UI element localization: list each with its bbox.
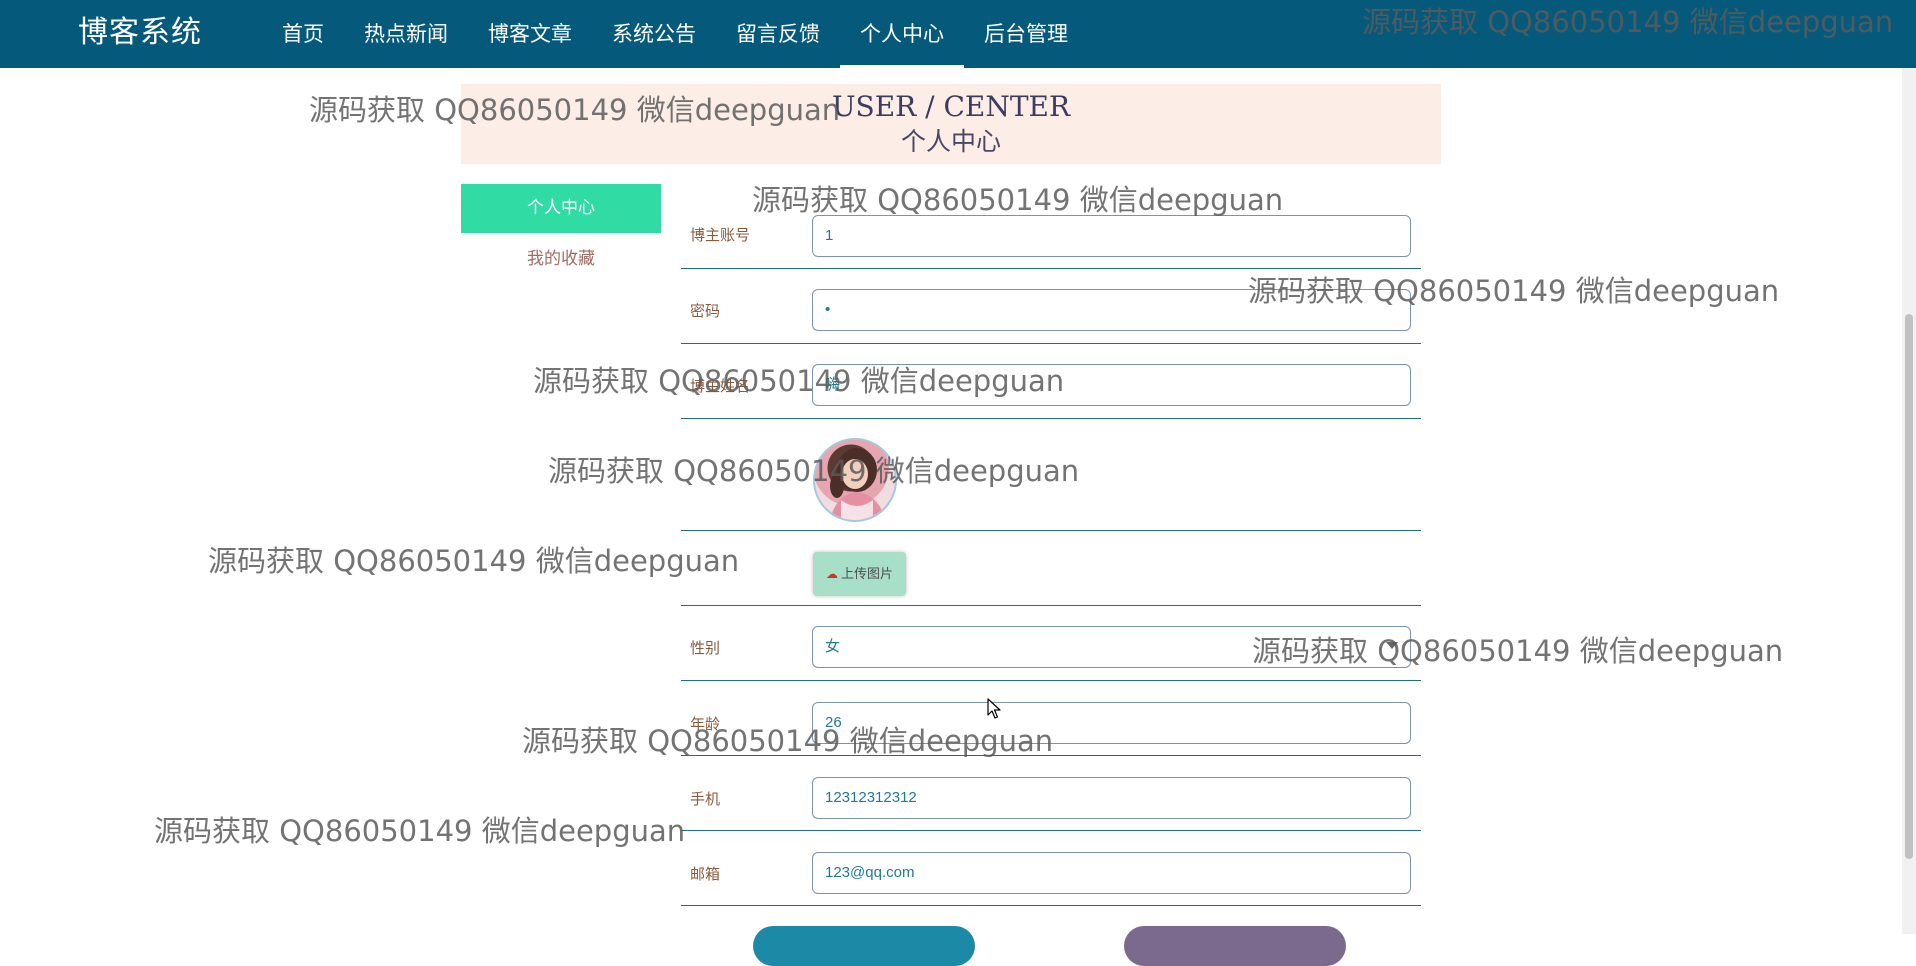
nav-item-feedback[interactable]: 留言反馈	[716, 0, 840, 68]
upload-image-button[interactable]: ☁ 上传图片	[813, 552, 906, 596]
password-input[interactable]: •	[812, 289, 1411, 331]
form-row-gender: 性别 女	[681, 606, 1421, 681]
form-row-account: 博主账号 1	[681, 210, 1421, 269]
nav-item-user-center[interactable]: 个人中心	[840, 0, 964, 68]
form-row-avatar	[681, 419, 1421, 531]
sidebar-item-user-center[interactable]: 个人中心	[461, 184, 661, 233]
sidebar-item-favorites[interactable]: 我的收藏	[461, 244, 661, 274]
password-label: 密码	[690, 302, 721, 320]
save-button[interactable]	[753, 926, 975, 966]
form-row-age: 年龄 26	[681, 681, 1421, 756]
page-header-banner: USER / CENTER 个人中心	[461, 84, 1441, 164]
mouse-cursor-icon	[987, 698, 1001, 719]
age-label: 年龄	[690, 715, 721, 733]
age-input[interactable]: 26	[812, 702, 1411, 744]
logout-button[interactable]	[1124, 926, 1346, 966]
nav-item-announcements[interactable]: 系统公告	[592, 0, 716, 68]
account-input[interactable]: 1	[812, 215, 1411, 257]
form-row-email: 邮箱 123@qq.com	[681, 831, 1421, 906]
nav-item-home[interactable]: 首页	[262, 0, 344, 68]
form-row-upload	[681, 531, 1421, 606]
form-row-password: 密码 •	[681, 269, 1421, 344]
upload-button-label: 上传图片	[840, 567, 893, 582]
nav-item-admin[interactable]: 后台管理	[964, 0, 1088, 68]
page-title-cn: 个人中心	[900, 127, 1001, 156]
nav-item-blog-articles[interactable]: 博客文章	[468, 0, 592, 68]
brand-logo[interactable]: 博客系统	[78, 14, 202, 52]
page-scrollbar[interactable]	[1902, 68, 1916, 934]
phone-input[interactable]: 12312312312	[812, 777, 1411, 819]
nickname-label: 博主姓名	[690, 377, 751, 395]
phone-label: 手机	[690, 790, 721, 808]
page-title-en: USER / CENTER	[831, 90, 1071, 123]
cloud-upload-icon: ☁	[825, 567, 838, 581]
watermark-text: 源码获取 QQ86050149 微信deepguan	[208, 544, 740, 578]
form-row-nickname: 博主姓名 嗨	[681, 344, 1421, 419]
chevron-down-icon	[1386, 642, 1398, 649]
account-label: 博主账号	[690, 226, 751, 244]
nickname-input[interactable]: 嗨	[812, 364, 1411, 406]
gender-value: 女	[825, 638, 841, 655]
gender-label: 性别	[690, 639, 721, 657]
nav-menu: 首页 热点新闻 博客文章 系统公告 留言反馈 个人中心 后台管理	[262, 0, 1088, 68]
scrollbar-thumb[interactable]	[1905, 314, 1913, 859]
top-nav: 博客系统 首页 热点新闻 博客文章 系统公告 留言反馈 个人中心 后台管理	[0, 0, 1916, 68]
avatar-image	[813, 438, 897, 522]
email-label: 邮箱	[690, 865, 721, 883]
form-row-phone: 手机 12312312312	[681, 756, 1421, 831]
nav-item-hot-news[interactable]: 热点新闻	[344, 0, 468, 68]
email-input[interactable]: 123@qq.com	[812, 852, 1411, 894]
gender-select[interactable]: 女	[812, 626, 1411, 668]
watermark-text: 源码获取 QQ86050149 微信deepguan	[154, 814, 686, 848]
